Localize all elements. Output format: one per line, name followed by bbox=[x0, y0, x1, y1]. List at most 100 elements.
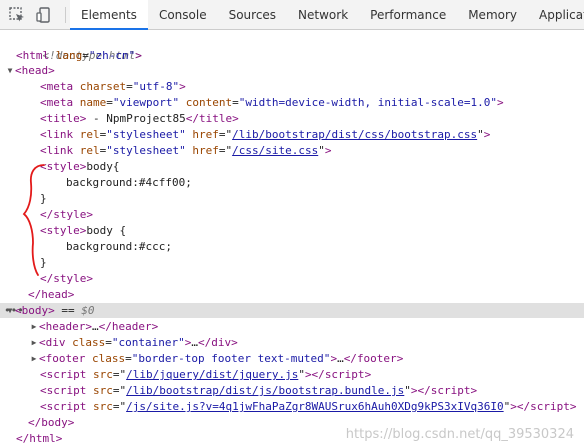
dom-node-script-bootstrap[interactable]: <script src="/lib/bootstrap/dist/js/boot… bbox=[0, 383, 584, 398]
tab-console[interactable]: Console bbox=[148, 0, 218, 30]
meta-attr-name: charset bbox=[79, 80, 127, 93]
html-tag-name: html bbox=[22, 49, 50, 62]
collapsed-ellipsis: … bbox=[92, 320, 99, 333]
link-attr-name: rel bbox=[79, 144, 100, 157]
dom-node-link-bootstrap[interactable]: <link rel="stylesheet" href="/lib/bootst… bbox=[0, 127, 584, 142]
body-close-tag-name: body bbox=[41, 416, 68, 429]
jquery-script-link[interactable]: /lib/jquery/dist/jquery.js bbox=[126, 368, 298, 381]
meta-attr-value: "viewport" bbox=[112, 96, 180, 109]
dom-node-style-2-close[interactable]: </style> bbox=[0, 271, 584, 286]
dom-node-body[interactable]: ••• ▼ <body> == $0 bbox=[0, 303, 584, 318]
link-attr-name: href bbox=[192, 128, 219, 141]
link-attr-name: rel bbox=[79, 128, 100, 141]
tab-memory[interactable]: Memory bbox=[457, 0, 528, 30]
footer-tag-name: footer bbox=[45, 352, 86, 365]
script-tag-name: script bbox=[46, 400, 87, 413]
css-close-brace: } bbox=[40, 256, 47, 269]
selected-node-var: $0 bbox=[81, 304, 95, 317]
link-tag-name: link bbox=[46, 128, 74, 141]
dom-node-meta-viewport[interactable]: <meta name="viewport" content="width=dev… bbox=[0, 95, 584, 110]
expand-header-icon[interactable]: ▶ bbox=[29, 319, 39, 334]
head-tag-name: head bbox=[21, 64, 49, 77]
title-close-tag-name: title bbox=[198, 112, 233, 125]
title-text: - NpmProject85 bbox=[86, 112, 186, 125]
div-close-tag-name: div bbox=[211, 336, 232, 349]
dom-node-doctype[interactable]: <!doctype html> bbox=[0, 33, 584, 62]
body-tag-name: body bbox=[21, 304, 49, 317]
meta-attr-name: name bbox=[79, 96, 107, 109]
tab-sources[interactable]: Sources bbox=[218, 0, 287, 30]
div-attr-value: "container" bbox=[111, 336, 185, 349]
body-eq: == bbox=[54, 304, 82, 317]
head-close-tag-name: head bbox=[41, 288, 68, 301]
dom-node-meta-charset[interactable]: <meta charset="utf-8"> bbox=[0, 79, 584, 94]
bootstrap-css-link[interactable]: /lib/bootstrap/dist/css/bootstrap.css bbox=[232, 128, 477, 141]
dom-tree: <!doctype html> <html lang="zh-cn"> ▼ <he… bbox=[0, 31, 584, 448]
tab-elements[interactable]: Elements bbox=[70, 0, 148, 30]
dom-node-link-site[interactable]: <link rel="stylesheet" href="/css/site.c… bbox=[0, 143, 584, 158]
html-attr-name: lang bbox=[55, 49, 83, 62]
expand-footer-icon[interactable]: ▶ bbox=[29, 351, 39, 366]
style-tag-name: style bbox=[46, 160, 80, 173]
link-attr-value: "stylesheet" bbox=[106, 128, 186, 141]
bootstrap-script-link[interactable]: /lib/bootstrap/dist/js/bootstrap.bundle.… bbox=[126, 384, 404, 397]
collapsed-ellipsis: … bbox=[191, 336, 198, 349]
tab-performance[interactable]: Performance bbox=[359, 0, 457, 30]
script-close-tag-name: script bbox=[530, 400, 570, 413]
footer-attr-value: "border-top footer text-muted" bbox=[131, 352, 331, 365]
html-close-tag-name: html bbox=[29, 432, 56, 445]
device-toolbar-icon[interactable] bbox=[34, 5, 54, 25]
dom-node-header[interactable]: ▶ <header>…</header> bbox=[0, 319, 584, 334]
footer-close-tag-name: footer bbox=[356, 352, 397, 365]
more-options-icon[interactable]: ••• bbox=[4, 303, 24, 318]
devtools-toolbar: Elements Console Sources Network Perform… bbox=[0, 0, 584, 30]
css-rule-line: background:#ccc; bbox=[0, 239, 584, 254]
dom-node-style-1-close[interactable]: </style> bbox=[0, 207, 584, 222]
meta-attr-name: content bbox=[185, 96, 233, 109]
meta-attr-value: "width=device-width, initial-scale=1.0" bbox=[238, 96, 497, 109]
header-tag-name: header bbox=[45, 320, 86, 333]
dom-node-style-1[interactable]: <style>body{ bbox=[0, 159, 584, 174]
script-attr-name: src bbox=[93, 384, 113, 397]
tab-network[interactable]: Network bbox=[287, 0, 359, 30]
dom-node-footer[interactable]: ▶ <footer class="border-top footer text-m… bbox=[0, 351, 584, 366]
watermark-text: https://blog.csdn.net/qq_39530324 bbox=[345, 427, 574, 442]
css-selector: body { bbox=[86, 224, 127, 237]
collapsed-ellipsis: … bbox=[337, 352, 344, 365]
tab-strip: Elements Console Sources Network Perform… bbox=[70, 0, 584, 30]
dom-node-script-site[interactable]: <script src="/js/site.js?v=4q1jwFhaPaZgr… bbox=[0, 399, 584, 414]
dom-node-script-jquery[interactable]: <script src="/lib/jquery/dist/jquery.js"… bbox=[0, 367, 584, 382]
script-attr-name: src bbox=[93, 400, 113, 413]
expand-head-icon[interactable]: ▼ bbox=[5, 63, 15, 78]
style-close-tag-name: style bbox=[53, 272, 87, 285]
expand-div-icon[interactable]: ▶ bbox=[29, 335, 39, 350]
dom-node-head[interactable]: ▼ <head> bbox=[0, 63, 584, 78]
dom-node-div-container[interactable]: ▶ <div class="container">…</div> bbox=[0, 335, 584, 350]
html-attr-value: "zh-cn" bbox=[88, 49, 136, 62]
footer-attr-name: class bbox=[92, 352, 126, 365]
dom-node-html[interactable]: <html lang="zh-cn"> bbox=[0, 48, 584, 63]
style-tag-name: style bbox=[46, 224, 80, 237]
css-close-brace: } bbox=[40, 192, 47, 205]
link-attr-value: "stylesheet" bbox=[106, 144, 186, 157]
inspect-element-icon[interactable] bbox=[7, 5, 27, 25]
dom-node-title[interactable]: <title> - NpmProject85</title> bbox=[0, 111, 584, 126]
tab-application[interactable]: Application bbox=[528, 0, 584, 30]
header-close-tag-name: header bbox=[111, 320, 152, 333]
script-close-tag-name: script bbox=[430, 384, 471, 397]
dom-node-head-close[interactable]: </head> bbox=[0, 287, 584, 302]
css-selector: body{ bbox=[86, 160, 120, 173]
site-css-link[interactable]: /css/site.css bbox=[232, 144, 318, 157]
script-tag-name: script bbox=[46, 384, 87, 397]
meta-attr-value: "utf-8" bbox=[132, 80, 180, 93]
style-close-tag-name: style bbox=[53, 208, 87, 221]
script-attr-name: src bbox=[93, 368, 113, 381]
div-attr-name: class bbox=[72, 336, 106, 349]
css-property: background:#ccc; bbox=[66, 240, 172, 253]
css-rule-line: background:#4cff00; bbox=[0, 175, 584, 190]
script-close-tag-name: script bbox=[324, 368, 365, 381]
meta-tag-name: meta bbox=[46, 80, 74, 93]
title-tag-name: title bbox=[46, 112, 80, 125]
site-script-link[interactable]: /js/site.js?v=4q1jwFhaPaZgr8WAUSrux6hAuh… bbox=[126, 400, 504, 413]
dom-node-style-2[interactable]: <style>body { bbox=[0, 223, 584, 238]
